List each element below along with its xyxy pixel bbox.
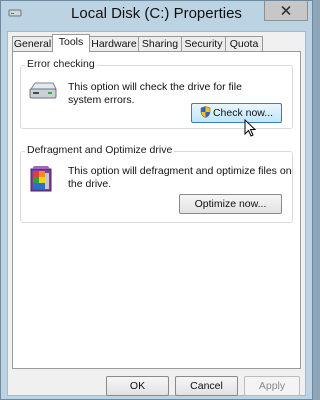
defrag-desc-line2: the drive. [68, 178, 112, 190]
tools-tab-panel: Error checking This option will check th… [12, 51, 301, 369]
defrag-icon [30, 166, 52, 192]
hard-drive-icon [29, 82, 57, 99]
error-checking-label: Error checking [25, 58, 97, 70]
title-bar[interactable]: Local Disk (C:) Properties [1, 1, 312, 28]
ok-button[interactable]: OK [106, 376, 169, 396]
error-checking-group: Error checking This option will check th… [20, 58, 293, 129]
tab-tools[interactable]: Tools [52, 34, 90, 52]
defrag-desc-line1: This option will defragment and optimize… [68, 165, 292, 177]
check-now-button[interactable]: Check now... [191, 103, 282, 123]
close-icon [281, 6, 291, 15]
tab-hardware[interactable]: Hardware [89, 36, 139, 51]
tab-general[interactable]: General [12, 36, 53, 51]
check-now-label: Check now... [212, 107, 274, 119]
uac-shield-icon [200, 106, 211, 118]
cancel-button[interactable]: Cancel [175, 376, 238, 396]
tab-quota[interactable]: Quota [225, 36, 263, 51]
defrag-label: Defragment and Optimize drive [25, 144, 175, 156]
dialog-client-area: General Tools Hardware Sharing Security … [7, 31, 306, 396]
tab-sharing[interactable]: Sharing [138, 36, 182, 51]
tab-security[interactable]: Security [181, 36, 226, 51]
properties-window: Local Disk (C:) Properties General Tools… [0, 0, 313, 400]
close-button[interactable] [264, 1, 308, 21]
defrag-group: Defragment and Optimize drive This optio… [20, 144, 293, 223]
apply-button[interactable]: Apply [244, 376, 300, 396]
optimize-now-button[interactable]: Optimize now... [179, 194, 282, 214]
error-checking-desc-line1: This option will check the drive for fil… [68, 81, 242, 93]
